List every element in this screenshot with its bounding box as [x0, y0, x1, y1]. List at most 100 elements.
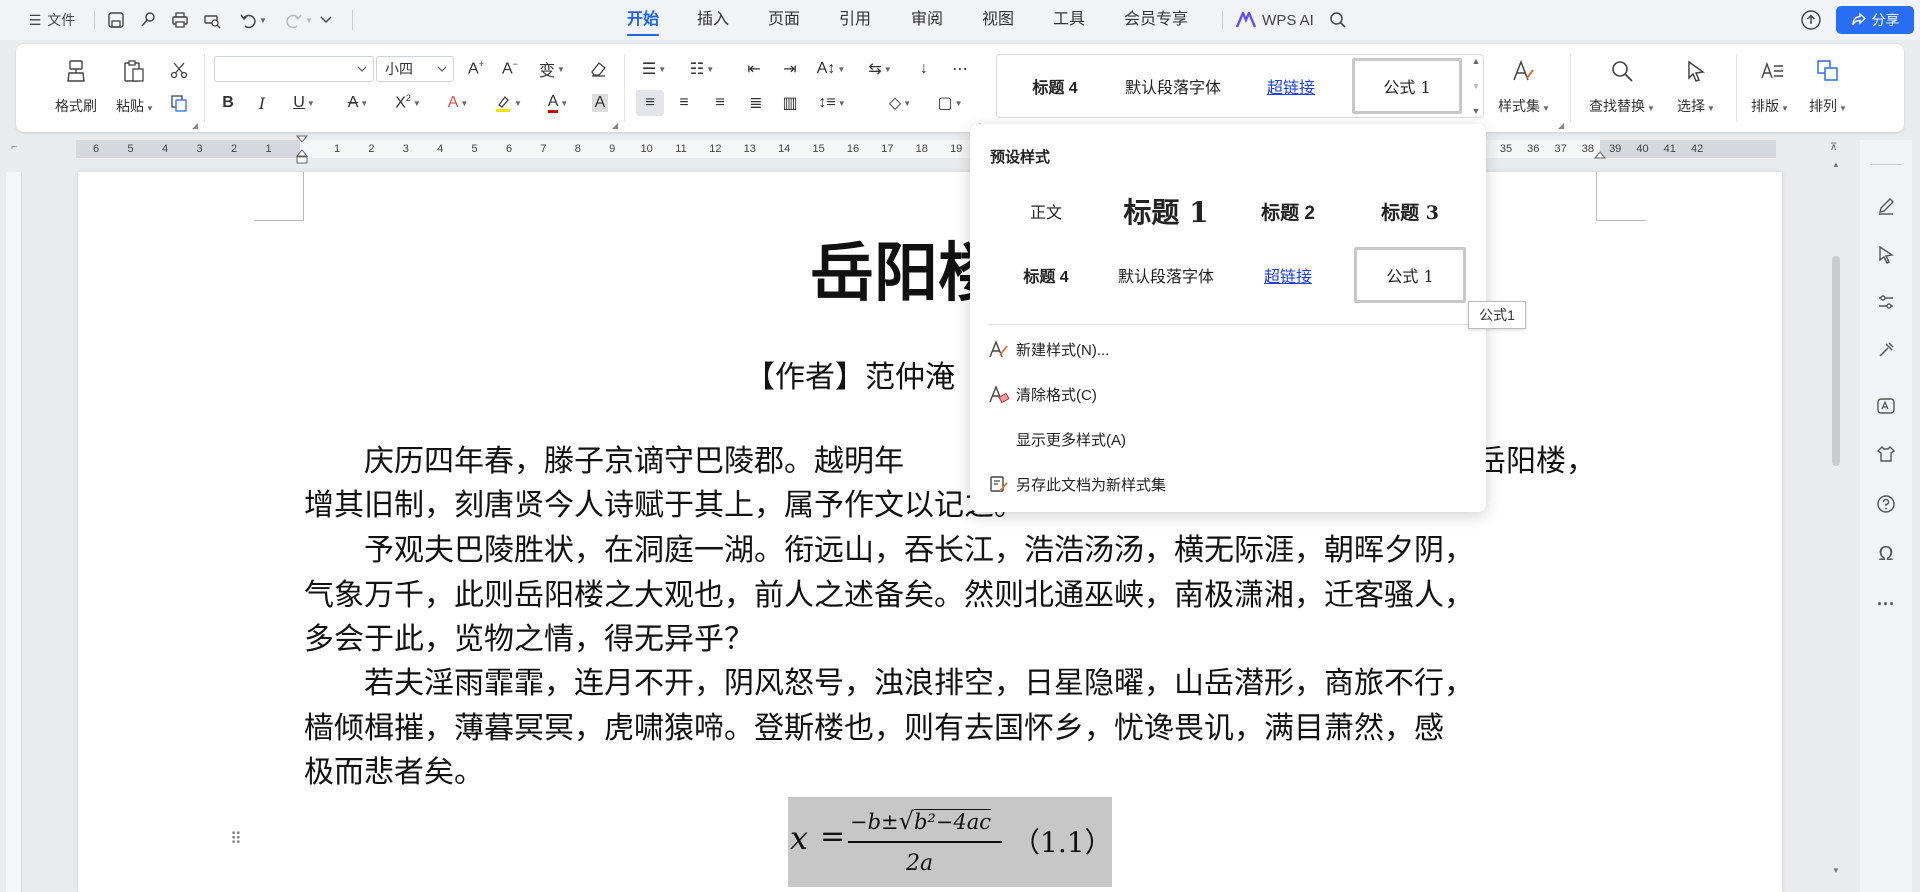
text-effect-button[interactable]: A ▼ [438, 90, 478, 116]
cloud-sync-button[interactable] [1798, 8, 1824, 32]
cut-button[interactable] [165, 57, 193, 83]
right-indent-marker[interactable] [1594, 148, 1606, 160]
tab-member[interactable]: 会员专享 [1124, 8, 1188, 32]
document-author[interactable]: 【作者】范仲淹 [745, 352, 955, 396]
preset-heading-4[interactable]: 标题 4 [990, 245, 1102, 305]
wps-ai-button[interactable]: WPS AI [1234, 8, 1316, 32]
save-style-set-item[interactable]: 另存此文档为新样式集 [988, 466, 1468, 502]
font-color-button[interactable]: A ▼ [538, 90, 578, 116]
scroll-down-icon[interactable]: ▼ [1832, 866, 1840, 880]
layout-button[interactable]: 排版 ▼ [1744, 96, 1796, 116]
char-shading-button[interactable]: A [586, 90, 614, 116]
sidebar-settings-button[interactable] [1872, 288, 1900, 316]
paragraph-2[interactable]: 予观夫巴陵胜状，在洞庭一湖。衔远山，吞长江，浩浩汤汤，横无际涯，朝晖夕阴， 气象… [304, 529, 1600, 663]
tab-page[interactable]: 页面 [768, 8, 800, 32]
convert-button[interactable]: ⇆ ▼ [862, 56, 898, 82]
bold-button[interactable]: B [214, 90, 242, 116]
preset-default-paragraph-font[interactable]: 默认段落字体 [1108, 245, 1224, 305]
align-left-button[interactable]: ≡ [636, 90, 664, 116]
sidebar-more-button[interactable]: ··· [1872, 590, 1900, 618]
text-direction-button[interactable]: A↕ ▼ [812, 56, 850, 82]
decrease-font-button[interactable]: A− [496, 56, 524, 82]
tab-view[interactable]: 视图 [982, 8, 1014, 32]
preset-formula-1[interactable]: 公式 1 [1354, 247, 1466, 303]
strikethrough-button[interactable]: A ▼ [338, 90, 378, 116]
tab-tools[interactable]: 工具 [1053, 8, 1085, 32]
style-set-button[interactable]: 样式集 ▼ [1494, 96, 1554, 116]
chevron-down-icon[interactable]: ▼ [1472, 81, 1481, 91]
tab-stop-selector[interactable]: ⌐ [6, 142, 22, 156]
arrange-icon[interactable] [1810, 56, 1846, 86]
align-right-button[interactable]: ≡ [706, 90, 734, 116]
show-marks-button[interactable]: ⋯ [946, 56, 974, 82]
paste-button[interactable]: 粘贴 ▼ [108, 96, 162, 116]
increase-indent-button[interactable]: ⇥ [776, 56, 804, 82]
numbered-list-button[interactable]: ☷ ▼ [684, 56, 720, 82]
justify-button[interactable]: ≣ [742, 90, 770, 116]
customize-toolbar-button[interactable] [316, 8, 336, 32]
sidebar-help-button[interactable] [1872, 490, 1900, 518]
find-replace-button[interactable]: 查找替换 ▼ [1584, 96, 1660, 116]
preset-hyperlink[interactable]: 超链接 [1232, 245, 1344, 305]
typeset-icon[interactable] [1754, 56, 1790, 86]
align-center-button[interactable]: ≡ [670, 90, 698, 116]
paragraph-1-line-2[interactable]: 增其旧制，刻唐贤今人诗赋于其上，属予作文以记之。 [304, 484, 1024, 529]
sidebar-shirt-button[interactable] [1872, 440, 1900, 468]
save-button[interactable] [104, 8, 128, 32]
clear-format-item[interactable]: 清除格式(C) [988, 376, 1468, 412]
ruler-toggle-icon[interactable]: ⊼ [1830, 142, 1844, 156]
gallery-style-hyperlink[interactable]: 超链接 [1246, 55, 1336, 117]
scroll-up-icon[interactable]: ▲ [1832, 160, 1840, 174]
equation-block[interactable]: x = −b±√b²−4ac 2a （1.1） [788, 797, 1113, 887]
paste-icon[interactable] [116, 56, 152, 86]
chevron-up-icon[interactable]: ▲ [1472, 56, 1481, 66]
phonetic-guide-button[interactable]: 变 ▼ [532, 56, 572, 82]
tab-review[interactable]: 审阅 [911, 8, 943, 32]
sidebar-edit-button[interactable] [1872, 192, 1900, 220]
shading-button[interactable]: ◇ ▼ [880, 90, 920, 116]
decrease-indent-button[interactable]: ⇤ [740, 56, 768, 82]
select-button[interactable]: 选择 ▼ [1668, 96, 1724, 116]
gallery-style-default-font[interactable]: 默认段落字体 [1108, 55, 1238, 117]
borders-button[interactable]: ▢ ▼ [930, 90, 970, 116]
arrange-button[interactable]: 排列 ▼ [1800, 96, 1856, 116]
preset-heading-1[interactable]: 标题 1 [1108, 181, 1224, 241]
search-button[interactable] [1326, 8, 1350, 32]
font-size-combo[interactable]: 小四 [376, 56, 454, 82]
select-cursor-icon[interactable] [1678, 56, 1714, 86]
dialog-launcher-icon[interactable]: ◢ [192, 121, 198, 130]
font-name-combo[interactable] [214, 56, 374, 82]
preset-heading-2[interactable]: 标题 2 [1232, 181, 1344, 241]
redo-button[interactable]: ▼ [282, 8, 316, 32]
new-style-item[interactable]: 新建样式(N)... [988, 331, 1468, 367]
superscript-button[interactable]: X2 ▼ [388, 90, 428, 116]
distribute-button[interactable]: ▥ [776, 90, 804, 116]
increase-font-button[interactable]: A+ [462, 56, 490, 82]
vertical-ruler[interactable] [6, 172, 22, 892]
tab-reference[interactable]: 引用 [839, 8, 871, 32]
find-icon[interactable] [1604, 56, 1640, 86]
format-painter-icon[interactable] [58, 56, 94, 86]
copy-button[interactable] [165, 90, 193, 116]
line-spacing-button[interactable]: ↕≡ ▼ [812, 90, 852, 116]
underline-button[interactable]: U ▼ [284, 90, 324, 116]
paragraph-1-line-1[interactable]: 庆历四年春，滕子京谪守巴陵郡。越明年 [364, 440, 984, 485]
file-menu[interactable]: ☰ 文件 [20, 8, 84, 32]
preset-body-text[interactable]: 正文 [990, 181, 1102, 241]
style-set-icon[interactable] [1506, 56, 1542, 86]
gallery-scroller[interactable]: ▲ ▼ ▼ [1468, 56, 1484, 116]
paragraph-3[interactable]: 若夫淫雨霏霏，连月不开，阴风怒号，浊浪排空，日星隐曜，山岳潜形，商旅不行， 樯倾… [304, 662, 1600, 796]
print-preview-button[interactable] [200, 8, 224, 32]
undo-button[interactable]: ▼ [236, 8, 270, 32]
vertical-scrollbar-thumb[interactable] [1832, 256, 1840, 466]
tab-insert[interactable]: 插入 [697, 8, 729, 32]
share-doc-button[interactable] [136, 8, 160, 32]
gallery-style-heading4[interactable]: 标题 4 [1010, 55, 1100, 117]
bullet-list-button[interactable]: ☰ ▼ [636, 56, 672, 82]
gallery-style-formula[interactable]: 公式 1 [1352, 58, 1462, 114]
preset-heading-3[interactable]: 标题 3 [1352, 181, 1468, 241]
clear-format-button[interactable] [584, 56, 612, 82]
dialog-launcher-icon[interactable]: ◢ [1558, 121, 1564, 130]
drag-handle-icon[interactable]: ⠿ [230, 828, 244, 852]
paragraph-1-line-1-end[interactable]: 岳阳楼， [1476, 440, 1600, 485]
